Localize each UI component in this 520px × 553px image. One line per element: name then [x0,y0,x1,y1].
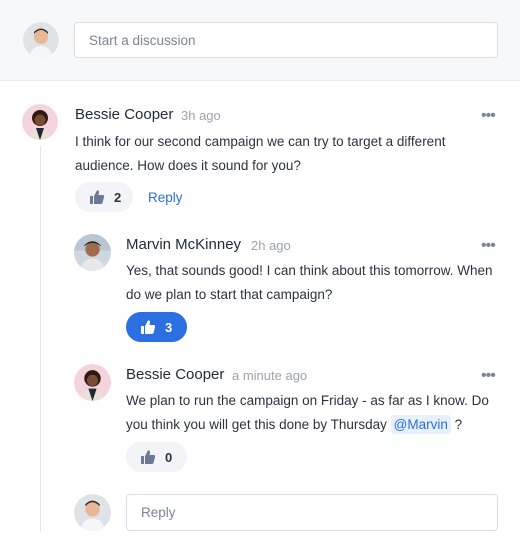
more-options-icon[interactable]: ••• [481,108,496,124]
comment-text: I think for our second campaign we can t… [75,134,446,173]
like-count: 0 [165,449,173,465]
current-user-avatar [74,494,111,531]
avatar [22,104,58,140]
thumbs-up-icon [141,320,156,334]
like-count: 2 [114,189,122,205]
more-options-icon[interactable]: ••• [481,238,496,254]
like-count: 3 [165,319,173,335]
reply-link[interactable]: Reply [148,190,183,205]
compose-bar: Start a discussion [0,0,520,81]
like-button[interactable]: 0 [126,442,187,472]
avatar [74,234,111,271]
reply-input-placeholder: Reply [141,505,176,520]
comment-author[interactable]: Bessie Cooper [126,366,224,383]
avatar [74,364,111,401]
comment-author[interactable]: Bessie Cooper [75,106,173,123]
mention-link[interactable]: @Marvin [390,415,451,434]
comment-time: 3h ago [181,108,221,123]
current-user-avatar [23,22,59,58]
comment-text: Yes, that sounds good! I can think about… [126,263,493,302]
thumbs-up-icon [90,190,105,204]
thumbs-up-icon [141,450,156,464]
comment-author[interactable]: Marvin McKinney [126,236,241,253]
comment-text-end: ? [450,417,463,432]
reply-input[interactable]: Reply [126,494,498,531]
comment-time: 2h ago [251,238,291,253]
comment-text: We plan to run the campaign on Friday - … [126,389,494,437]
thread-line [40,146,41,532]
discussion-input-placeholder: Start a discussion [89,32,196,48]
like-button[interactable]: 2 [75,182,133,212]
like-button[interactable]: 3 [126,312,187,342]
more-options-icon[interactable]: ••• [481,368,496,384]
comment-time: a minute ago [232,368,308,383]
discussion-input[interactable]: Start a discussion [74,22,498,58]
